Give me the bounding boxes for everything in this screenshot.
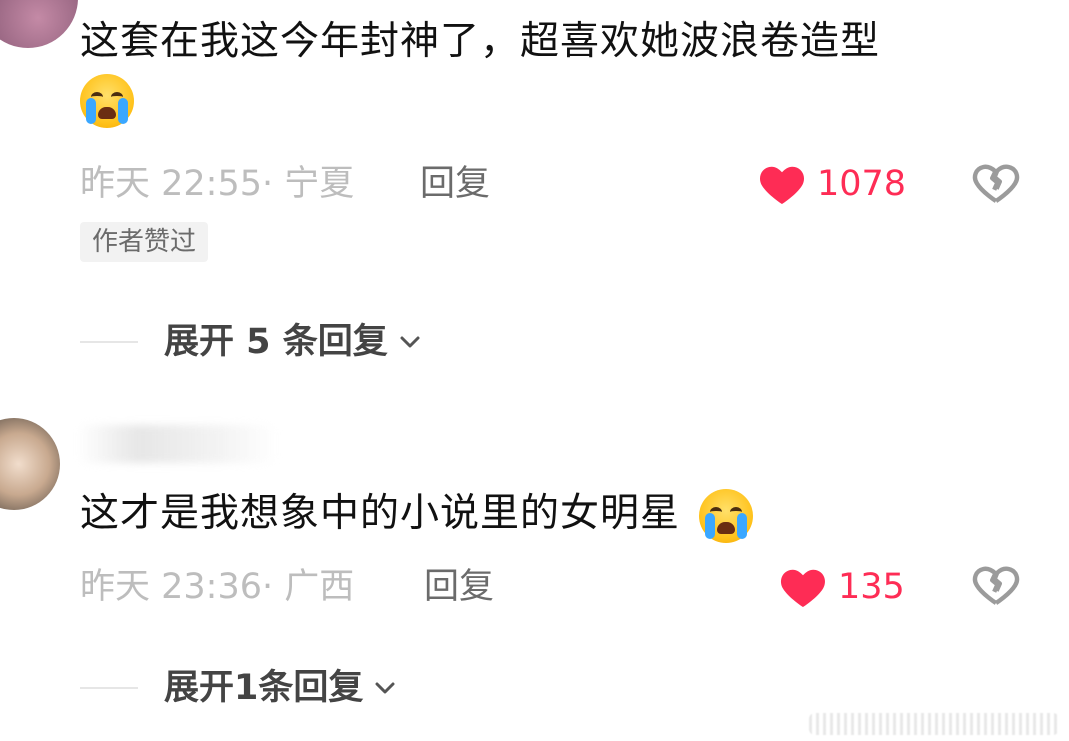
author-liked-badge: 作者赞过 — [80, 222, 209, 262]
avatar[interactable] — [0, 0, 78, 48]
like-count: 135 — [838, 567, 905, 607]
avatar[interactable] — [0, 418, 60, 510]
expand-replies-label: 展开1条回复 — [164, 668, 364, 708]
like-button[interactable]: 135 — [778, 565, 905, 609]
like-count: 1078 — [817, 164, 907, 204]
like-button[interactable]: 1078 — [757, 162, 906, 206]
reply-button[interactable]: 回复 — [420, 162, 490, 206]
comment-text: 这套在我这今年封神了，超喜欢她波浪卷造型 — [80, 14, 880, 128]
comment-text: 这才是我想象中的小说里的女明星 — [80, 486, 754, 543]
expand-replies-button[interactable]: 展开 5 条回复 — [80, 320, 422, 364]
divider-line — [80, 341, 138, 343]
loudly-crying-face-icon — [80, 73, 134, 128]
comment-timestamp: 昨天 23:36· 广西 — [80, 567, 355, 607]
reply-button[interactable]: 回复 — [424, 565, 494, 609]
loudly-crying-face-icon — [699, 488, 754, 543]
heart-icon — [759, 166, 805, 204]
comment-timestamp: 昨天 22:55· 宁夏 — [80, 164, 355, 204]
username-blurred — [78, 425, 278, 463]
broken-heart-icon[interactable] — [972, 160, 1020, 208]
heart-icon — [780, 569, 826, 607]
broken-heart-icon[interactable] — [972, 562, 1020, 610]
watermark — [809, 713, 1059, 735]
chevron-down-icon — [375, 682, 395, 694]
expand-replies-label: 展开 5 条回复 — [164, 322, 388, 362]
chevron-down-icon — [400, 336, 420, 348]
expand-replies-button[interactable]: 展开1条回复 — [80, 666, 397, 710]
divider-line — [80, 687, 138, 689]
